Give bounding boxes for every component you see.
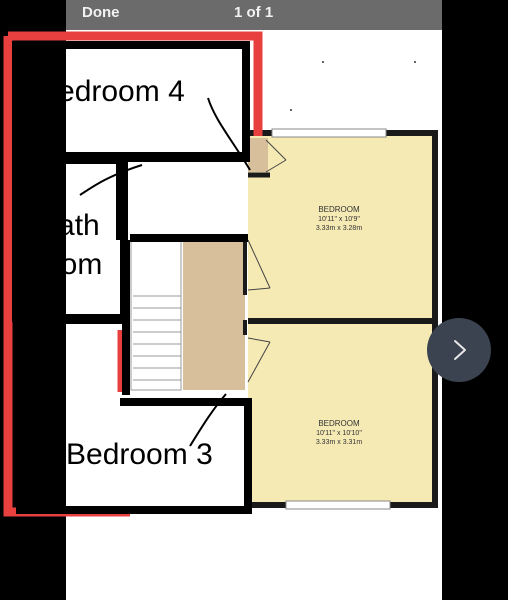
label-bath-line1: Bath [38,209,100,242]
landing [183,236,245,390]
done-button[interactable]: Done [82,4,120,21]
bedroom-lower-label: BEDROOM 10'11" x 10'10" 3.33m x 3.31m [316,419,362,446]
next-image-button[interactable] [427,318,491,382]
bedroom-lower-metric: 3.33m x 3.31m [316,439,362,446]
window-bottom [285,500,391,510]
window-top [271,128,387,138]
bedroom-lower [248,318,438,508]
bedroom-upper-label: BEDROOM 10'11" x 10'9" 3.33m x 3.28m [316,205,362,232]
bedroom-lower-title: BEDROOM [318,419,360,428]
label-bath-line2: room [34,248,102,281]
floorplan-image: Bedroom 4 Bath room Bedroom 3 BEDROOM 10… [3,30,442,600]
bedroom-upper-metric: 3.33m x 3.28m [316,225,362,232]
bedroom-lower-imperial: 10'11" x 10'10" [316,430,362,437]
label-bedroom-3: Bedroom 3 [66,438,213,471]
bedroom-upper-imperial: 10'11" x 10'9" [318,216,360,223]
page-indicator: 1 of 1 [234,4,274,21]
staircase [130,239,182,391]
label-bedroom-4: Bedroom 4 [38,75,185,108]
viewer-toolbar: Done 1 of 1 [66,0,442,30]
chevron-right-icon [454,340,466,360]
bedroom-upper-title: BEDROOM [318,205,360,214]
